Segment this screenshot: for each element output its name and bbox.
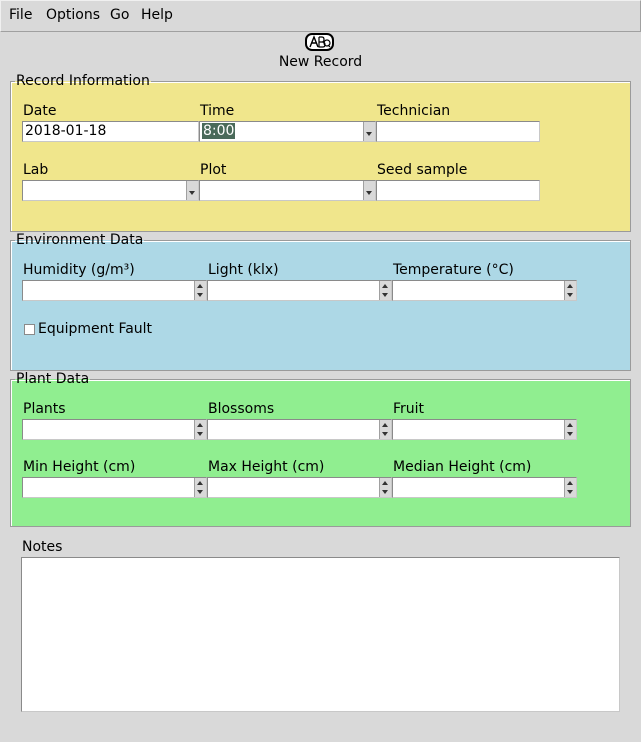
spin-arrows[interactable] — [564, 420, 576, 439]
seed-sample-field[interactable] — [376, 180, 540, 201]
median-height-label: Median Height (cm) — [393, 459, 532, 475]
spin-arrows[interactable] — [564, 281, 576, 300]
spin-arrows[interactable] — [379, 281, 391, 300]
spin-up-icon[interactable] — [197, 284, 203, 288]
plants-label: Plants — [23, 401, 66, 417]
blossoms-spinbox[interactable] — [207, 419, 392, 440]
spin-up-icon[interactable] — [197, 481, 203, 485]
menu-options[interactable]: Options — [46, 7, 100, 23]
plant-data-legend: Plant Data — [16, 371, 90, 387]
spin-arrows[interactable] — [379, 478, 391, 497]
spin-down-icon[interactable] — [567, 490, 573, 494]
environment-data-legend: Environment Data — [16, 232, 144, 248]
seed-sample-label: Seed sample — [377, 162, 468, 178]
chevron-down-icon[interactable] — [363, 122, 375, 141]
spin-down-icon[interactable] — [197, 293, 203, 297]
fruit-spinbox[interactable] — [392, 419, 577, 440]
spin-arrows[interactable] — [194, 420, 206, 439]
equipment-fault-checkbox[interactable] — [24, 324, 35, 335]
spin-down-icon[interactable] — [197, 432, 203, 436]
time-combobox[interactable]: 8:00 — [199, 121, 376, 142]
technician-field[interactable] — [376, 121, 540, 142]
time-value: 8:00 — [202, 123, 236, 139]
min-height-spinbox[interactable] — [22, 477, 207, 498]
date-label: Date — [23, 103, 57, 119]
blossoms-label: Blossoms — [208, 401, 275, 417]
spin-up-icon[interactable] — [197, 423, 203, 427]
humidity-spinbox[interactable] — [22, 280, 207, 301]
spin-arrows[interactable] — [564, 478, 576, 497]
light-label: Light (klx) — [208, 262, 279, 278]
temperature-spinbox[interactable] — [392, 280, 577, 301]
menu-file[interactable]: File — [9, 7, 32, 23]
temperature-label: Temperature (°C) — [393, 262, 514, 278]
spin-up-icon[interactable] — [382, 423, 388, 427]
environment-data-group: Environment Data — [10, 233, 631, 371]
date-field[interactable]: 2018-01-18 — [22, 121, 199, 142]
app-logo-icon — [305, 33, 334, 51]
humidity-label: Humidity (g/m³) — [23, 262, 135, 278]
equipment-fault-label[interactable]: Equipment Fault — [38, 321, 152, 337]
notes-label: Notes — [22, 539, 63, 555]
max-height-label: Max Height (cm) — [208, 459, 325, 475]
spin-down-icon[interactable] — [382, 293, 388, 297]
lab-label: Lab — [23, 162, 49, 178]
max-height-spinbox[interactable] — [207, 477, 392, 498]
plants-spinbox[interactable] — [22, 419, 207, 440]
chevron-down-icon[interactable] — [186, 181, 198, 200]
menu-go[interactable]: Go — [110, 7, 129, 23]
menu-help[interactable]: Help — [141, 7, 173, 23]
spin-arrows[interactable] — [194, 478, 206, 497]
spin-down-icon[interactable] — [382, 490, 388, 494]
spin-arrows[interactable] — [194, 281, 206, 300]
spin-down-icon[interactable] — [567, 432, 573, 436]
menu-bar: File Options Go Help — [0, 0, 641, 32]
spin-up-icon[interactable] — [567, 284, 573, 288]
spin-up-icon[interactable] — [567, 423, 573, 427]
time-label: Time — [200, 103, 235, 119]
spin-up-icon[interactable] — [382, 481, 388, 485]
technician-label: Technician — [377, 103, 451, 119]
spin-up-icon[interactable] — [567, 481, 573, 485]
spin-arrows[interactable] — [379, 420, 391, 439]
plot-label: Plot — [200, 162, 227, 178]
page-title: New Record — [278, 54, 363, 70]
spin-down-icon[interactable] — [567, 293, 573, 297]
lab-combobox[interactable] — [22, 180, 199, 201]
spin-up-icon[interactable] — [382, 284, 388, 288]
notes-textarea[interactable] — [21, 557, 620, 712]
median-height-spinbox[interactable] — [392, 477, 577, 498]
chevron-down-icon[interactable] — [363, 181, 375, 200]
min-height-label: Min Height (cm) — [23, 459, 136, 475]
fruit-label: Fruit — [393, 401, 425, 417]
spin-down-icon[interactable] — [382, 432, 388, 436]
spin-down-icon[interactable] — [197, 490, 203, 494]
record-information-legend: Record Information — [16, 73, 150, 89]
plant-data-group: Plant Data — [10, 372, 631, 527]
record-information-group: Record Information — [10, 74, 631, 232]
light-spinbox[interactable] — [207, 280, 392, 301]
plot-combobox[interactable] — [199, 180, 376, 201]
